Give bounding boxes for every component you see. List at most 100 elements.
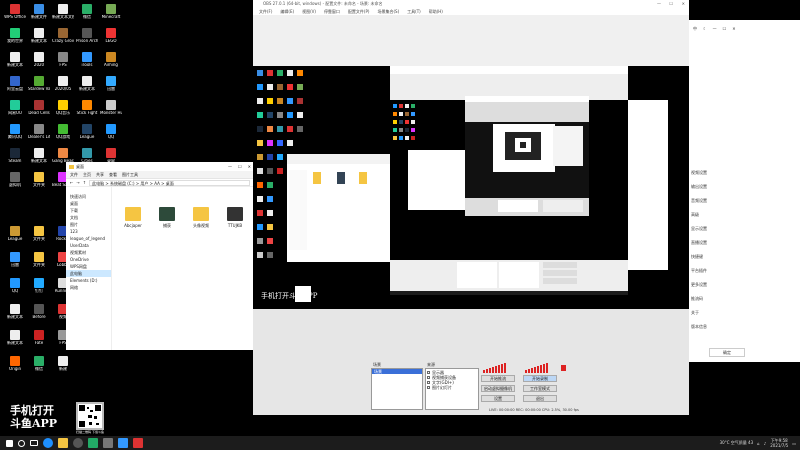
settings-item[interactable]: 输出设置 xyxy=(691,184,707,190)
settings-window[interactable]: 中 ☾ — ☐ ✕ 视频设置 输出设置 音频设置 高级 显示设置 直播设置 快捷键 平台插件更… xyxy=(689,20,765,362)
confirm-button[interactable]: 确定 xyxy=(709,348,745,357)
desktop-icon[interactable]: Monster Hunter xyxy=(100,100,122,126)
desktop-icon[interactable]: 文件夹 xyxy=(28,226,50,252)
desktop-icon[interactable]: Minecraft xyxy=(100,4,122,30)
nav-item[interactable]: 快速访问 xyxy=(66,193,111,200)
nav-item[interactable]: 123 xyxy=(66,228,111,235)
scenes-list[interactable]: 场景 xyxy=(371,368,423,410)
ribbon-tab[interactable]: 查看 xyxy=(109,172,117,178)
windows-start-icon[interactable] xyxy=(6,439,13,447)
app-icon[interactable] xyxy=(88,438,98,448)
desktop-icon[interactable]: QQ音乐 xyxy=(52,100,74,126)
close-icon[interactable]: ✕ xyxy=(732,26,735,36)
source-item[interactable]: 图片幻灯片 xyxy=(427,385,477,390)
desktop-icon[interactable]: League xyxy=(76,124,98,150)
edge-icon[interactable] xyxy=(43,438,53,448)
settings-item[interactable]: 平台插件 xyxy=(691,268,707,274)
task-view-icon[interactable] xyxy=(30,440,38,446)
settings-item[interactable]: 推流码 xyxy=(691,296,703,302)
desktop-icon[interactable]: QQ xyxy=(4,278,26,304)
desktop-icon[interactable]: iTools xyxy=(76,52,98,78)
desktop-icon[interactable]: 虚拟机 xyxy=(4,172,26,198)
ribbon-tab[interactable]: 主页 xyxy=(83,172,91,178)
desktop-icon[interactable]: Dead Cells xyxy=(28,100,50,126)
desktop-icon[interactable]: 微信 xyxy=(28,356,50,382)
nav-item[interactable]: 文档 xyxy=(66,214,111,221)
menu-item[interactable]: 帮助(H) xyxy=(429,8,443,15)
desktop-icon[interactable]: 文件夹 xyxy=(28,252,50,278)
moon-icon[interactable]: ☾ xyxy=(703,26,707,36)
desktop-icon[interactable]: 新建文本 xyxy=(4,330,26,356)
app-icon[interactable] xyxy=(103,438,113,448)
nav-item[interactable]: WPS网盘 xyxy=(66,263,111,270)
desktop-icon[interactable]: WPS Office xyxy=(4,4,26,30)
visibility-checkbox[interactable] xyxy=(427,371,430,374)
file-item[interactable]: 头像视频 xyxy=(192,207,210,229)
desktop-icon[interactable]: Stick Fight xyxy=(76,100,98,126)
minimize-icon[interactable]: — xyxy=(228,164,232,169)
settings-item[interactable]: 关于 xyxy=(691,310,699,316)
maximize-icon[interactable]: ☐ xyxy=(669,0,673,8)
notification-icon[interactable]: ▭ xyxy=(792,441,796,446)
back-icon[interactable]: ← xyxy=(70,180,73,185)
desktop-icon[interactable]: Stardew Valley xyxy=(28,76,50,102)
obs-control-button[interactable]: 退出 xyxy=(523,395,557,402)
network-icon[interactable]: ⌂ xyxy=(757,441,760,446)
file-item[interactable]: TTUJKB xyxy=(226,207,244,228)
ribbon-tab[interactable]: 文件 xyxy=(70,172,78,178)
file-item[interactable]: Abcjaper xyxy=(124,207,142,228)
desktop-icon[interactable]: 新建文本 xyxy=(4,52,26,78)
desktop-icon[interactable]: 新建文本文档 xyxy=(52,4,74,30)
close-icon[interactable]: ✕ xyxy=(248,164,251,169)
file-explorer-window[interactable]: 桌面 — ☐ ✕ 文件 主页 共享 查看 图片工具 ← → ↑ 此电脑 > 系统磁盘 (… xyxy=(66,162,254,350)
menu-item[interactable]: 场景集合(S) xyxy=(377,8,399,15)
desktop-icon[interactable]: Origin xyxy=(4,356,26,382)
minimize-icon[interactable]: — xyxy=(657,0,661,8)
menu-item[interactable]: 配置文件(P) xyxy=(348,8,370,15)
desktop-icon[interactable]: Before xyxy=(28,304,50,330)
visibility-checkbox[interactable] xyxy=(427,376,430,379)
settings-item[interactable]: 快捷键 xyxy=(691,254,703,260)
menu-item[interactable]: 工具(T) xyxy=(407,8,421,15)
desktop-icon[interactable]: 钉钉 xyxy=(28,278,50,304)
speaker-icon[interactable] xyxy=(561,365,566,371)
nav-item[interactable]: 网络 xyxy=(66,284,111,291)
menu-item[interactable]: 视图(V) xyxy=(302,8,316,15)
volume-icon[interactable]: ♪ xyxy=(764,441,767,446)
desktop-icon[interactable]: 迅雷 xyxy=(100,76,122,102)
desktop-icon[interactable]: 新建文本 xyxy=(76,76,98,102)
nav-item[interactable]: Elements (D:) xyxy=(66,277,111,284)
maximize-icon[interactable]: ☐ xyxy=(238,164,242,169)
obs-control-button[interactable]: 开始录制 xyxy=(523,375,557,382)
desktop-icon[interactable]: 新建文本 xyxy=(28,148,50,174)
settings-item[interactable]: 高级 xyxy=(691,212,699,218)
forward-icon[interactable]: → xyxy=(76,180,79,185)
desktop-icon[interactable]: 文件夹 xyxy=(28,172,50,198)
desktop-icon[interactable]: Steam xyxy=(4,148,26,174)
nav-item[interactable]: 此电脑 xyxy=(66,270,111,277)
weather-text[interactable]: 30°C 空气质量 43 xyxy=(720,440,754,446)
obs-titlebar[interactable]: OBS 27.0.1 (64-bit, windows) - 配置文件: 未命名… xyxy=(253,0,689,8)
desktop-icon[interactable]: Dealer's Life xyxy=(28,124,50,150)
path-input[interactable]: 此电脑 > 系统磁盘 (C:) > 用户 > AA > 桌面 xyxy=(89,179,250,186)
desktop-icon[interactable]: QQ游戏 xyxy=(52,124,74,150)
desktop-icon[interactable]: Prison Architect xyxy=(76,28,98,54)
app-icon[interactable] xyxy=(133,438,143,448)
chinese-input-icon[interactable]: 中 xyxy=(693,26,697,36)
nav-item[interactable]: UserData xyxy=(66,242,111,249)
obs-control-button[interactable]: 设置 xyxy=(481,395,515,402)
desktop-icon[interactable]: LEGO xyxy=(100,28,122,54)
nav-item[interactable]: OneDrive xyxy=(66,256,111,263)
desktop-icon[interactable]: Fate xyxy=(28,330,50,356)
settings-item[interactable]: 显示设置 xyxy=(691,226,707,232)
app-icon[interactable] xyxy=(118,438,128,448)
nav-item[interactable]: 视频素材 xyxy=(66,249,111,256)
desktop-icon[interactable]: League xyxy=(4,226,26,252)
desktop-icon[interactable]: 新建文本 xyxy=(4,304,26,330)
desktop-icon[interactable]: 我的世界 xyxy=(4,28,26,54)
maximize-icon[interactable]: ☐ xyxy=(723,26,727,36)
minimize-icon[interactable]: — xyxy=(713,26,717,36)
scene-item[interactable]: 场景 xyxy=(372,369,422,374)
menu-item[interactable]: 停靠窗口 xyxy=(324,8,340,15)
nav-item[interactable]: league_of_legend xyxy=(66,235,111,242)
